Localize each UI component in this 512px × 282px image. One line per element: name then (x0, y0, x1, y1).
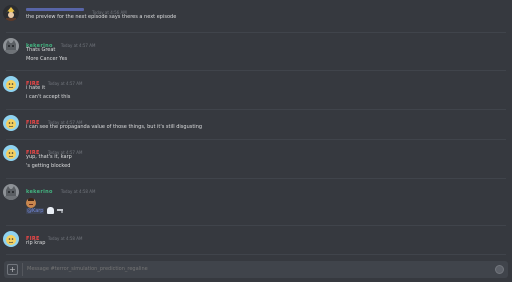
gray-cat-avatar[interactable] (3, 184, 19, 200)
upload-plus-icon[interactable]: + (7, 264, 18, 275)
message-divider (6, 32, 506, 33)
emoji-line (26, 193, 506, 208)
user-mention[interactable]: @Karp (26, 208, 45, 214)
timestamp: Today at 4:58 AM (47, 236, 83, 241)
message-divider (6, 178, 506, 179)
mention-line: @Karp (26, 207, 506, 216)
blue-fire-avatar[interactable] (3, 231, 19, 247)
message-content: FIRE Today at 4:57 AM i can see the prop… (26, 114, 506, 132)
timestamp: Today at 4:58 AM (60, 189, 96, 194)
message-content: FIRE Today at 4:57 AM yup, that's it, ka… (26, 144, 506, 171)
message-text: i can see the propaganda value of those … (26, 124, 203, 130)
message-text: rip krap (26, 240, 46, 246)
message-input[interactable] (27, 261, 467, 278)
message-composer: + (4, 261, 508, 278)
blue-fire-avatar[interactable] (3, 115, 19, 131)
emoji-picker-icon[interactable] (495, 265, 504, 274)
message-list: Today at 4:56 AM the preview for the nex… (0, 0, 512, 252)
message-content: FIRE Today at 4:58 AM rip krap (26, 230, 506, 248)
composer-separator (22, 263, 23, 276)
message-text: i can't accept this (26, 94, 71, 100)
message-text: Thats Great (26, 47, 56, 53)
message-content: Today at 4:56 AM the preview for the nex… (26, 4, 506, 22)
gun-emoji (56, 207, 64, 214)
gray-cat-avatar[interactable] (3, 38, 19, 54)
timestamp: Today at 4:57 AM (60, 43, 96, 48)
timestamp: Today at 4:57 AM (47, 81, 83, 86)
ghost-emoji (47, 207, 55, 214)
message-text: yup, that's it, karp (26, 154, 72, 160)
message-divider (6, 225, 506, 226)
blue-fire-avatar[interactable] (3, 145, 19, 161)
message-text: the preview for the next episode says th… (26, 14, 177, 20)
message-text: i hate it (26, 85, 46, 91)
blue-fire-avatar[interactable] (3, 76, 19, 92)
message-content: kekerino Today at 4:58 AM @Karp (26, 183, 506, 216)
message-text: More Cancer Yes (26, 56, 68, 62)
message-content: FIRE Today at 4:57 AM i hate it i can't … (26, 75, 506, 102)
message-divider (6, 139, 506, 140)
author-name-redacted (26, 8, 84, 11)
message-divider (6, 109, 506, 110)
message-text: 's getting blocked (26, 163, 71, 169)
blonde-character-avatar[interactable] (3, 5, 19, 21)
message-content: kekerino Today at 4:57 AM Thats Great Mo… (26, 37, 506, 64)
message-divider (6, 70, 506, 71)
composer-divider (6, 254, 506, 255)
face-emoji (26, 198, 36, 208)
